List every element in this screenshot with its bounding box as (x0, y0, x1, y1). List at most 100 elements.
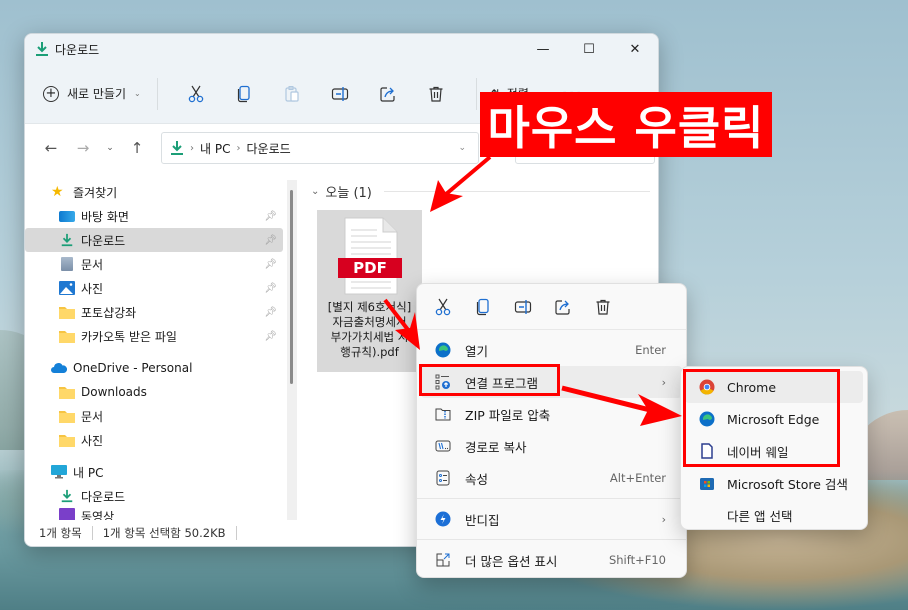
maximize-button[interactable]: ☐ (566, 34, 612, 64)
menu-item-label: 경로로 복사 (465, 439, 527, 455)
rename-button[interactable] (503, 291, 543, 323)
folder-icon (59, 307, 75, 319)
file-name-line: [별지 제6호서식] (327, 300, 412, 314)
copy-button[interactable] (463, 291, 503, 323)
sidebar-label: 바탕 화면 (81, 209, 129, 224)
sidebar-item-folder[interactable]: 카카오톡 받은 파일 📌︎ (25, 324, 283, 348)
file-name-line: 행규칙).pdf (340, 345, 399, 359)
plus-circle-icon: + (43, 85, 59, 102)
delete-icon (596, 299, 610, 315)
sidebar-item-onedrive[interactable]: OneDrive - Personal (25, 356, 283, 380)
menu-item-bandizip[interactable]: 반디집 › (421, 503, 682, 535)
sidebar-label: 포토샵강좌 (81, 305, 137, 320)
group-header[interactable]: ⌄ 오늘 (1) (311, 182, 658, 201)
copy-button[interactable] (220, 78, 268, 110)
breadcrumb-item[interactable]: 내 PC (200, 140, 230, 157)
pin-icon[interactable]: 📌︎ (264, 307, 277, 318)
sidebar-item-downloads[interactable]: 다운로드 📌︎ (25, 228, 283, 252)
menu-item-label: 열기 (465, 343, 489, 359)
close-button[interactable]: ✕ (612, 34, 658, 64)
sidebar-item-favorites[interactable]: ★ 즐겨찾기 (25, 180, 283, 204)
submenu-item-label: 다른 앱 선택 (727, 508, 793, 524)
recent-locations-button[interactable]: ⌄ (99, 134, 121, 162)
window-title: 다운로드 (55, 42, 100, 57)
address-bar[interactable]: › 내 PC › 다운로드 ⌄ (161, 132, 479, 164)
sidebar-item-folder[interactable]: Downloads (25, 380, 283, 404)
share-button[interactable] (543, 291, 583, 323)
delete-button[interactable] (583, 291, 623, 323)
file-item[interactable]: PDF [별지 제6호서식] 자금출처명세서 부가가치세법 시 행규칙).pdf (317, 210, 422, 372)
file-name: [별지 제6호서식] 자금출처명세서 부가가치세법 시 행규칙).pdf (324, 300, 415, 360)
paste-icon (285, 85, 299, 102)
back-button[interactable]: ← (35, 134, 67, 162)
paste-button[interactable] (268, 78, 316, 110)
minimize-button[interactable]: — (520, 34, 566, 64)
delete-button[interactable] (412, 78, 460, 110)
pin-icon[interactable]: 📌︎ (264, 283, 277, 294)
sidebar-item-this-pc[interactable]: 내 PC (25, 460, 283, 484)
sidebar-label: Downloads (81, 385, 147, 399)
sidebar-item-pictures[interactable]: 사진 📌︎ (25, 276, 283, 300)
menu-item-properties[interactable]: 속성 Alt+Enter (421, 462, 682, 494)
sidebar-item-downloads[interactable]: 다운로드 (25, 484, 283, 508)
submenu-item-label: Microsoft Store 검색 (727, 476, 848, 492)
rename-button[interactable] (316, 78, 364, 110)
submenu-item-choose-other-app[interactable]: 다른 앱 선택 (685, 499, 863, 531)
sidebar-item-documents[interactable]: 문서 📌︎ (25, 252, 283, 276)
sidebar-label: 카카오톡 받은 파일 (81, 329, 177, 344)
share-icon (380, 86, 395, 102)
divider (156, 77, 158, 110)
shortcut-label: Alt+Enter (609, 471, 666, 485)
divider (417, 498, 686, 499)
up-button[interactable]: ↑ (121, 134, 153, 162)
sidebar-item-folder[interactable]: 문서 (25, 404, 283, 428)
pin-icon[interactable]: 📌︎ (264, 331, 277, 342)
group-label: 오늘 (1) (325, 186, 372, 201)
divider (91, 526, 93, 540)
menu-item-compress-zip[interactable]: ZIP 파일로 압축 (421, 398, 682, 430)
shortcut-label: Enter (635, 343, 666, 357)
submenu-item-store-search[interactable]: Microsoft Store 검색 (685, 467, 863, 499)
chevron-right-icon: › (661, 375, 666, 389)
pin-icon[interactable]: 📌︎ (264, 211, 277, 222)
divider (235, 526, 237, 540)
folder-icon (59, 331, 75, 343)
context-quick-actions (417, 284, 686, 330)
pin-icon[interactable]: 📌︎ (264, 259, 277, 270)
chevron-down-icon[interactable]: ⌄ (458, 143, 466, 153)
annotation-box-browsers (683, 369, 840, 467)
folder-icon (59, 387, 75, 399)
item-count: 1개 항목 (39, 526, 82, 540)
download-icon (171, 141, 183, 155)
cut-button[interactable] (423, 291, 463, 323)
menu-item-label: 속성 (465, 471, 489, 487)
new-label: 새로 만들기 (67, 87, 127, 101)
share-button[interactable] (364, 78, 412, 110)
menu-item-copy-path[interactable]: 경로로 복사 (421, 430, 682, 462)
rename-icon (514, 299, 532, 314)
sidebar-label: 사진 (81, 281, 104, 296)
menu-item-show-more-options[interactable]: 더 많은 옵션 표시 Shift+F10 (421, 544, 682, 576)
properties-icon (435, 470, 451, 486)
menu-item-label: 반디집 (465, 512, 500, 528)
forward-button[interactable]: → (67, 134, 99, 162)
breadcrumb-item[interactable]: 다운로드 (246, 140, 290, 157)
new-button[interactable]: + 새로 만들기 ⌄ (43, 85, 141, 102)
selection-info: 1개 항목 선택함 50.2KB (102, 526, 226, 540)
sidebar-item-folder[interactable]: 포토샵강좌 📌︎ (25, 300, 283, 324)
file-name-line: 부가가치세법 시 (330, 330, 409, 344)
cut-button[interactable] (172, 78, 220, 110)
sidebar-label: 다운로드 (81, 489, 126, 504)
download-icon (61, 233, 73, 247)
pin-icon[interactable]: 📌︎ (264, 235, 277, 246)
sidebar-item-folder[interactable]: 사진 (25, 428, 283, 452)
menu-item-open[interactable]: 열기 Enter (421, 334, 682, 366)
breadcrumb-separator: › (190, 142, 194, 154)
sidebar-label: OneDrive - Personal (73, 361, 193, 375)
copy-path-icon (435, 438, 451, 454)
divider (475, 77, 477, 110)
menu-item-label: ZIP 파일로 압축 (465, 407, 551, 423)
document-icon (61, 257, 73, 271)
store-icon (700, 478, 714, 490)
sidebar-item-desktop[interactable]: 바탕 화면 📌︎ (25, 204, 283, 228)
